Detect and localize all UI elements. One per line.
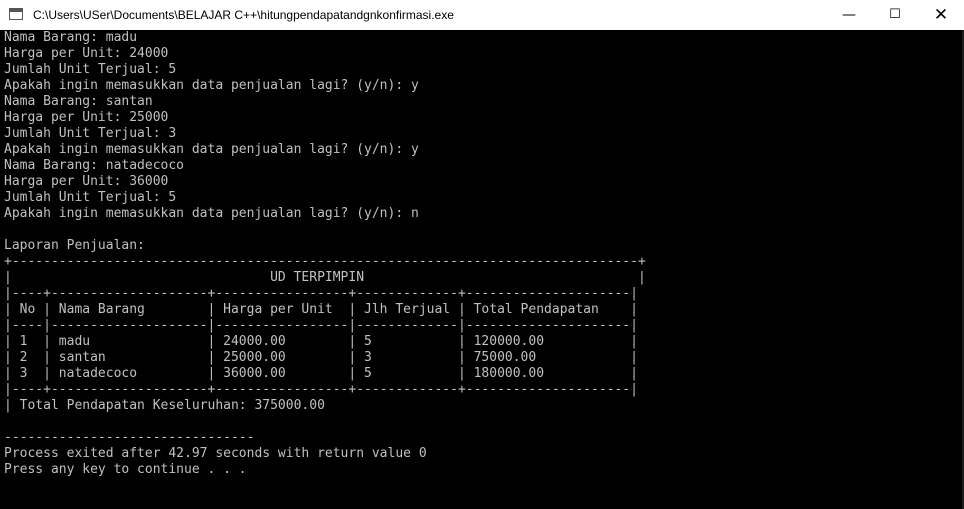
console-line: Harga per Unit: 24000 — [4, 46, 169, 61]
console-line: |----|--------------------|-------------… — [4, 318, 638, 333]
console-line: Harga per Unit: 25000 — [4, 110, 169, 125]
console-line: Jumlah Unit Terjual: 3 — [4, 126, 177, 141]
console-line: Nama Barang: natadecoco — [4, 158, 185, 173]
console-text: Nama Barang: madu Harga per Unit: 24000 Ju… — [4, 30, 646, 478]
console-line: |----+--------------------+-------------… — [4, 382, 638, 397]
close-button[interactable]: ✕ — [918, 0, 964, 30]
console-line: | Total Pendapatan Keseluruhan: 375000.0… — [4, 398, 325, 413]
console-line: Apakah ingin memasukkan data penjualan l… — [4, 78, 419, 93]
console-app-icon — [9, 8, 23, 20]
console-line: Nama Barang: santan — [4, 94, 153, 109]
console-line: Jumlah Unit Terjual: 5 — [4, 62, 177, 77]
title-bar[interactable]: C:\Users\USer\Documents\BELAJAR C++\hitu… — [0, 0, 964, 30]
console-line: | 1 | madu | 24000.00 | 5 | 120000.00 | — [4, 334, 638, 349]
console-line: +---------------------------------------… — [4, 254, 646, 269]
console-line: Jumlah Unit Terjual: 5 — [4, 190, 177, 205]
minimize-button[interactable]: — — [826, 0, 872, 30]
console-line: | No | Nama Barang | Harga per Unit | Jl… — [4, 302, 638, 317]
console-line: |----+--------------------+-------------… — [4, 286, 638, 301]
window-title: C:\Users\USer\Documents\BELAJAR C++\hitu… — [33, 8, 454, 22]
console-line: | 2 | santan | 25000.00 | 3 | 75000.00 | — [4, 350, 638, 365]
console-line: Apakah ingin memasukkan data penjualan l… — [4, 142, 419, 157]
console-line: Harga per Unit: 36000 — [4, 174, 169, 189]
maximize-button[interactable]: ☐ — [872, 0, 918, 30]
console-line: Laporan Penjualan: — [4, 238, 145, 253]
console-line: Press any key to continue . . . — [4, 462, 247, 477]
console-line: Nama Barang: madu — [4, 30, 138, 45]
console-output[interactable]: Nama Barang: madu Harga per Unit: 24000 Ju… — [0, 30, 964, 509]
console-line: Apakah ingin memasukkan data penjualan l… — [4, 206, 419, 221]
console-line: -------------------------------- — [4, 430, 255, 445]
console-line: | UD TERPIMPIN | — [4, 270, 646, 285]
console-line: | 3 | natadecoco | 36000.00 | 5 | 180000… — [4, 366, 638, 381]
console-line: Process exited after 42.97 seconds with … — [4, 446, 427, 461]
